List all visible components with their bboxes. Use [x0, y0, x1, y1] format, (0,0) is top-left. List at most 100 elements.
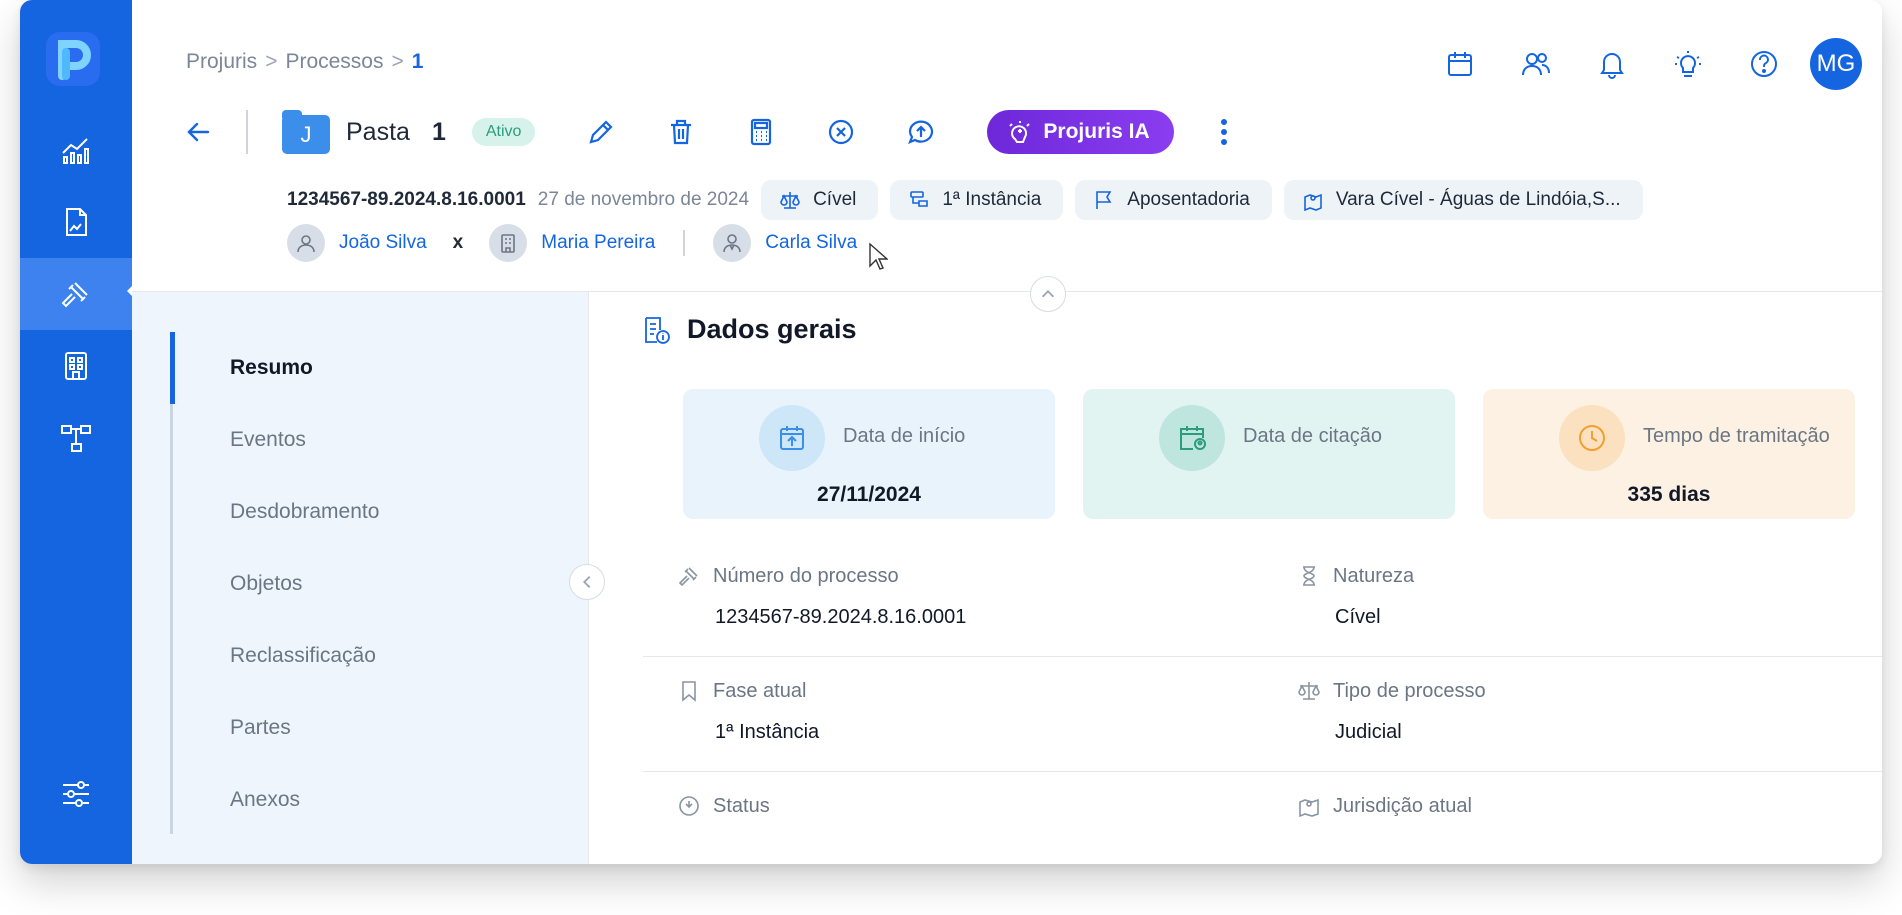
party-lawyer[interactable]: Carla Silva: [765, 232, 857, 254]
nav-track: [170, 332, 173, 834]
party-plaintiff[interactable]: João Silva: [339, 232, 427, 254]
breadcrumb-processos[interactable]: Processos: [285, 50, 383, 74]
hourglass-icon: [1303, 566, 1315, 586]
main-content: Dados gerais Data de início 27/11/2024 D…: [588, 292, 1882, 864]
pasta-label: Pasta: [346, 117, 410, 146]
gavel-icon: [61, 282, 88, 308]
sidebar-item-documents[interactable]: [20, 186, 132, 258]
person-icon: [297, 235, 315, 253]
company-avatar: [489, 224, 528, 262]
sidebar-item-workflow[interactable]: [20, 402, 132, 474]
sidebar-item-companies[interactable]: [20, 330, 132, 402]
versus-label: x: [452, 232, 464, 253]
card-icon-wrap: [1559, 405, 1625, 471]
card-icon-wrap: [759, 405, 825, 471]
collapse-nav-button[interactable]: [569, 564, 605, 600]
process-date: 27 de novembro de 2024: [537, 189, 750, 210]
user-avatar[interactable]: MG: [1810, 38, 1862, 90]
map-pin-icon: [1299, 798, 1319, 818]
card-start-date: Data de início 27/11/2024: [683, 389, 1055, 519]
users-icon[interactable]: [1520, 48, 1552, 80]
breadcrumb: Projuris > Processos > 1: [186, 50, 423, 74]
scales-icon: [780, 192, 800, 209]
back-button[interactable]: [180, 114, 216, 150]
chip-subject: Aposentadoria: [1075, 180, 1272, 220]
sidebar-item-settings[interactable]: [20, 758, 132, 830]
help-icon[interactable]: [1748, 48, 1780, 80]
header-actions: MG: [1444, 38, 1862, 90]
calendar-user-icon: [1180, 426, 1206, 450]
calculator-button[interactable]: [739, 110, 783, 154]
process-number: 1234567-89.2024.8.16.0001: [287, 189, 526, 210]
chip-area: Cível: [761, 180, 879, 220]
lawyer-icon: [723, 234, 742, 253]
upload-chat-button[interactable]: [899, 110, 943, 154]
card-label: Data de início: [843, 425, 966, 447]
projuris-logo[interactable]: [44, 30, 102, 88]
breadcrumb-separator: >: [391, 50, 404, 73]
person-avatar: [287, 224, 325, 262]
chevron-left-icon: [583, 575, 591, 589]
section-nav: Resumo Eventos Desdobramento Objetos Rec…: [132, 292, 588, 864]
folder-letter: J: [282, 115, 330, 154]
edit-button[interactable]: [579, 110, 623, 154]
nav-item-desdobramento[interactable]: Desdobramento: [230, 500, 379, 524]
nav-item-anexos[interactable]: Anexos: [230, 788, 300, 812]
kebab-icon: [1220, 119, 1227, 145]
sidebar-item-dashboard[interactable]: [20, 114, 132, 186]
calendar-upload-icon: [780, 426, 804, 450]
field-jurisdiction: Jurisdição atual: [1297, 794, 1472, 818]
process-toolbar: J Pasta 1 Ativo Projuris IA: [180, 110, 1234, 154]
close-process-button[interactable]: [819, 110, 863, 154]
calendar-icon[interactable]: [1444, 48, 1476, 80]
gavel-icon: [678, 567, 698, 587]
trash-icon: [671, 119, 692, 145]
calculator-icon: [751, 118, 772, 146]
lightbulb-icon[interactable]: [1672, 48, 1704, 80]
bell-icon[interactable]: [1596, 48, 1628, 80]
ai-assistant-icon: [1009, 121, 1031, 143]
collapse-header-button[interactable]: [1030, 276, 1066, 312]
arrow-left-icon: [187, 122, 210, 142]
chip-instance: 1ª Instância: [890, 180, 1064, 220]
chevron-up-icon: [1041, 290, 1055, 298]
party-defendant[interactable]: Maria Pereira: [541, 232, 655, 254]
lawyer-avatar: [713, 224, 752, 262]
info-document-icon: [645, 316, 670, 344]
bookmark-icon: [682, 681, 696, 702]
more-options-button[interactable]: [1214, 118, 1234, 146]
card-label: Tempo de tramitação: [1643, 425, 1830, 447]
building-icon: [65, 352, 87, 380]
clock-icon: [1579, 425, 1605, 451]
nav-item-objetos[interactable]: Objetos: [230, 572, 302, 596]
status-badge: Ativo: [471, 118, 536, 146]
parties-divider: [683, 230, 686, 256]
sliders-icon: [63, 781, 89, 807]
hierarchy-icon: [61, 425, 91, 452]
nav-item-partes[interactable]: Partes: [230, 716, 291, 740]
sidebar: [20, 0, 133, 864]
toolbar-divider: [246, 110, 248, 154]
projuris-ia-label: Projuris IA: [1043, 120, 1150, 143]
field-current-phase: Fase atual 1ª Instância: [677, 679, 819, 744]
nav-item-eventos[interactable]: Eventos: [230, 428, 306, 452]
chart-icon: [62, 138, 89, 164]
close-circle-icon: [829, 119, 854, 145]
delete-button[interactable]: [659, 110, 703, 154]
header: Projuris > Processos > 1 MG J Pasta 1 At…: [132, 0, 1882, 292]
card-value: 27/11/2024: [817, 483, 921, 506]
field-process-type: Tipo de processo Judicial: [1297, 679, 1486, 744]
stack-icon: [910, 191, 929, 207]
section-title-text: Dados gerais: [687, 314, 857, 344]
row-divider: [643, 656, 1882, 657]
nav-item-reclassificacao[interactable]: Reclassificação: [230, 644, 376, 668]
building-icon: [501, 234, 516, 253]
nav-item-resumo[interactable]: Resumo: [230, 356, 313, 380]
sidebar-item-processes[interactable]: [20, 258, 132, 330]
pencil-icon: [589, 120, 613, 144]
scales-icon: [1298, 682, 1320, 700]
nav-active-indicator: [170, 332, 175, 404]
projuris-ia-button[interactable]: Projuris IA: [987, 110, 1174, 154]
card-label: Data de citação: [1243, 425, 1382, 447]
breadcrumb-projuris[interactable]: Projuris: [186, 50, 257, 74]
